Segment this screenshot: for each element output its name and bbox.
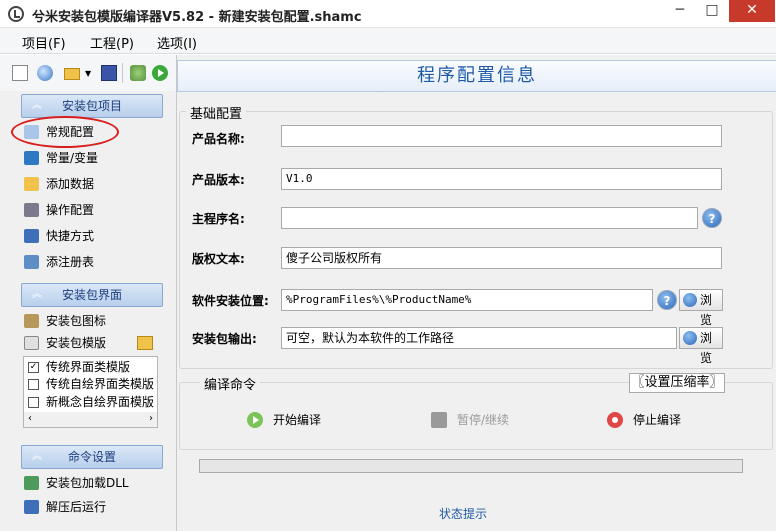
close-button[interactable]: ✕ <box>729 0 775 22</box>
sidebar: ︽ 安装包项目 常规配置 常量/变量 添加数据 操作配置 快捷方式 添注册表 ︽… <box>0 91 176 531</box>
template-list-scrollbar[interactable]: ‹ › <box>23 412 158 428</box>
page-title: 程序配置信息 <box>177 60 776 92</box>
help-icon[interactable]: ? <box>702 208 722 228</box>
status-hint: 状态提示 <box>439 507 488 521</box>
dll-icon <box>24 476 39 490</box>
install-path-input[interactable]: %ProgramFiles%\%ProductName% <box>281 289 653 311</box>
shortcut-icon <box>24 229 39 243</box>
scroll-left-icon[interactable]: ‹ <box>28 413 32 424</box>
build-icon[interactable] <box>130 65 146 81</box>
chevron-up-icon: ︽ <box>32 100 42 111</box>
basic-config-group: 基础配置 产品名称: 产品版本: V1.0 主程序名: ? 版权文本: 傻子公司… <box>179 103 773 369</box>
main-program-label: 主程序名: <box>192 212 245 226</box>
copyright-input[interactable]: 傻子公司版权所有 <box>281 247 722 269</box>
open-dropdown-arrow-icon[interactable]: ▼ <box>85 70 93 86</box>
product-name-input[interactable] <box>281 125 722 147</box>
template-icon <box>24 336 39 350</box>
menu-engineering[interactable]: 工程(P) <box>90 33 134 52</box>
toolbar: ▼ <box>0 55 176 91</box>
title-bar: 兮米安装包模版编译器V5.82 - 新建安装包配置.shamc ─ □ ✕ <box>0 0 776 28</box>
run-icon[interactable] <box>152 65 168 81</box>
browse-icon <box>683 331 697 345</box>
help-icon[interactable]: ? <box>657 290 677 310</box>
general-config-icon <box>24 125 39 139</box>
open-folder-icon[interactable] <box>64 68 80 80</box>
copyright-label: 版权文本: <box>192 252 245 266</box>
globe-icon[interactable] <box>37 65 53 81</box>
compile-progress-bar <box>199 459 743 473</box>
package-icon <box>24 314 39 328</box>
operations-icon <box>24 203 39 217</box>
main-panel: 程序配置信息 基础配置 产品名称: 产品版本: V1.0 主程序名: ? 版权文… <box>176 55 776 531</box>
browse-icon <box>683 293 697 307</box>
product-version-label: 产品版本: <box>192 173 245 187</box>
checkbox-checked[interactable]: ✓ <box>28 362 39 373</box>
menu-bar: 项目(F) 工程(P) 选项(I) <box>0 28 776 54</box>
toolbar-divider <box>122 63 123 83</box>
compile-legend: 编译命令 <box>200 374 261 393</box>
browse-install-button[interactable]: 浏览 <box>679 289 723 327</box>
section-ui-header[interactable]: ︽ 安装包界面 <box>21 283 163 307</box>
window-title: 兮米安装包模版编译器V5.82 - 新建安装包配置.shamc <box>32 10 362 25</box>
maximize-button[interactable]: □ <box>698 0 726 22</box>
browse-output-button[interactable]: 浏览 <box>679 327 723 365</box>
stop-icon <box>607 412 623 428</box>
menu-options[interactable]: 选项(I) <box>157 33 197 52</box>
product-name-label: 产品名称: <box>192 132 245 146</box>
play-icon <box>247 412 263 428</box>
folder-icon[interactable] <box>137 336 153 350</box>
menu-project[interactable]: 项目(F) <box>22 33 66 52</box>
checkbox[interactable] <box>28 379 39 390</box>
section-project-header[interactable]: ︽ 安装包项目 <box>21 94 163 118</box>
app-logo-icon <box>8 6 24 22</box>
pause-icon <box>431 412 447 428</box>
output-label: 安装包输出: <box>192 332 257 346</box>
save-icon[interactable] <box>101 65 117 81</box>
section-cmd-header[interactable]: ︽ 命令设置 <box>21 445 163 469</box>
set-compression-button[interactable]: 〖设置压缩率〗 <box>629 373 725 393</box>
install-path-label: 软件安装位置: <box>192 294 269 308</box>
registry-icon <box>24 255 39 269</box>
product-version-input[interactable]: V1.0 <box>281 168 722 190</box>
chevron-up-icon: ︽ <box>32 289 42 300</box>
output-input[interactable]: 可空，默认为本软件的工作路径 <box>281 327 677 349</box>
add-data-icon <box>24 177 39 191</box>
minimize-button[interactable]: ─ <box>666 0 694 22</box>
basic-config-legend: 基础配置 <box>186 103 247 122</box>
run-after-icon <box>24 500 39 514</box>
variables-icon <box>24 151 39 165</box>
main-program-input[interactable] <box>281 207 698 229</box>
checkbox[interactable] <box>28 397 39 408</box>
chevron-up-icon: ︽ <box>32 451 42 462</box>
scroll-right-icon[interactable]: › <box>149 413 153 424</box>
new-file-icon[interactable] <box>12 65 28 81</box>
